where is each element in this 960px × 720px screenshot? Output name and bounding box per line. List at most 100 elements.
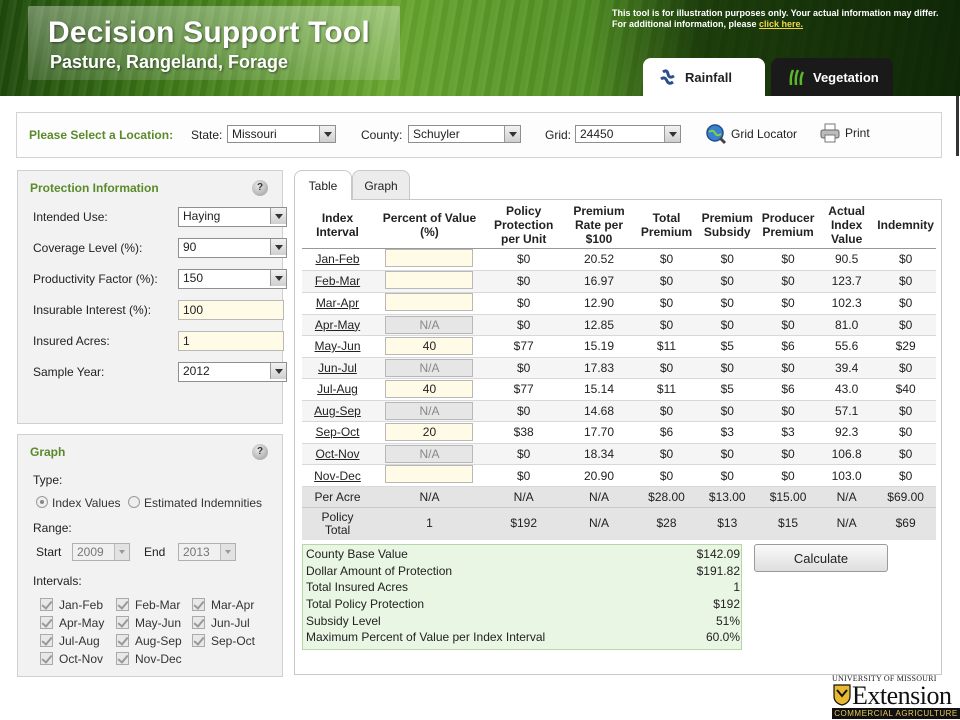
calculate-button[interactable]: Calculate xyxy=(754,544,888,572)
intended-use-select[interactable]: Haying xyxy=(178,207,287,227)
app-header: Decision Support Tool Pasture, Rangeland… xyxy=(0,0,960,96)
table-row: Jan-Feb $0 20.52 $0 $0 $0 90.5 $0 xyxy=(302,248,936,271)
help-icon[interactable]: ? xyxy=(252,180,268,196)
extension-wordmark: Extension xyxy=(852,681,952,710)
interval-link[interactable]: Aug-Sep xyxy=(314,404,361,418)
coverage-level-select[interactable]: 90 xyxy=(178,238,287,258)
edge-divider xyxy=(956,96,959,156)
interval-checkbox-jul-aug[interactable] xyxy=(40,634,53,647)
percent-value-input[interactable] xyxy=(385,465,474,483)
program-name: COMMERCIAL AGRICULTURE xyxy=(832,708,960,719)
table-row: Jul-Aug 40 $77 15.14 $11 $5 $6 43.0 $40 xyxy=(302,378,936,401)
interval-checkbox-apr-may[interactable] xyxy=(40,616,53,629)
state-select[interactable]: Missouri xyxy=(227,125,336,143)
end-label: End xyxy=(144,545,166,559)
col-header-indemnity: Indemnity xyxy=(875,202,936,249)
index-values-label: Index Values xyxy=(52,496,121,510)
chevron-down-icon xyxy=(270,270,286,286)
policy-summary: County Base Value $142.09 Dollar Amount o… xyxy=(302,544,742,650)
grid-select[interactable]: 24450 xyxy=(575,125,681,143)
interval-link[interactable]: Mar-Apr xyxy=(316,296,359,310)
percent-value-input: N/A xyxy=(385,444,474,463)
col-header-subsidy: Premium Subsidy xyxy=(696,202,759,249)
per-acre-row: Per Acre N/A N/A N/A $28.00 $13.00 $15.0… xyxy=(302,486,936,508)
county-select[interactable]: Schuyler xyxy=(408,125,521,143)
col-header-total: Total Premium xyxy=(636,202,697,249)
productivity-factor-label: Productivity Factor (%): xyxy=(33,272,158,286)
interval-link[interactable]: Jun-Jul xyxy=(318,361,357,375)
premium-table: Index Interval Percent of Value (%) Polic… xyxy=(302,202,936,540)
percent-value-input[interactable] xyxy=(385,248,474,267)
print-button[interactable]: Print xyxy=(819,123,870,143)
percent-value-input[interactable]: 40 xyxy=(385,380,474,399)
percent-value-input[interactable]: 40 xyxy=(385,337,474,356)
interval-checkbox-jan-feb[interactable] xyxy=(40,598,53,611)
chevron-down-icon xyxy=(504,126,520,142)
app-title: Decision Support Tool xyxy=(48,16,370,49)
tab-vegetation[interactable]: Vegetation xyxy=(771,58,893,96)
interval-checkbox-aug-sep[interactable] xyxy=(116,634,129,647)
end-year-select[interactable]: 2013 xyxy=(178,543,236,561)
chevron-down-icon xyxy=(220,544,235,560)
interval-link[interactable]: May-Jun xyxy=(314,339,360,353)
graph-panel: Graph ? Type: Index Values Estimated Ind… xyxy=(17,434,283,677)
rainfall-icon xyxy=(660,69,675,85)
chevron-down-icon xyxy=(270,239,286,255)
table-header-row: Index Interval Percent of Value (%) Polic… xyxy=(302,202,936,249)
interval-link[interactable]: Jul-Aug xyxy=(317,382,358,396)
table-row: Sep-Oct 20 $38 17.70 $6 $3 $3 92.3 $0 xyxy=(302,421,936,444)
protection-panel: Protection Information ? Intended Use: H… xyxy=(17,170,287,424)
interval-link[interactable]: Jan-Feb xyxy=(315,252,359,266)
protection-title: Protection Information xyxy=(30,181,159,195)
percent-value-input[interactable] xyxy=(385,270,474,289)
interval-checkbox-feb-mar[interactable] xyxy=(116,598,129,611)
productivity-factor-select[interactable]: 150 xyxy=(178,269,287,289)
sample-year-select[interactable]: 2012 xyxy=(178,362,287,382)
interval-checkbox-mar-apr[interactable] xyxy=(192,598,205,611)
table-row: Apr-May N/A $0 12.85 $0 $0 $0 81.0 $0 xyxy=(302,314,936,336)
interval-link[interactable]: Oct-Nov xyxy=(315,447,359,461)
interval-link[interactable]: Sep-Oct xyxy=(315,425,359,439)
tab-graph[interactable]: Graph xyxy=(352,170,410,200)
percent-value-input: N/A xyxy=(385,358,474,377)
chevron-down-icon xyxy=(319,126,335,142)
index-values-radio[interactable] xyxy=(36,496,48,508)
disclaimer-link[interactable]: click here. xyxy=(759,19,803,29)
insurable-interest-input[interactable]: 100 xyxy=(178,300,284,320)
tab-rainfall[interactable]: Rainfall xyxy=(643,58,765,96)
grid-label: Grid: xyxy=(545,128,572,142)
percent-value-input[interactable] xyxy=(385,292,474,311)
interval-checkbox-oct-nov[interactable] xyxy=(40,652,53,665)
table-row: May-Jun 40 $77 15.19 $11 $5 $6 55.6 $29 xyxy=(302,335,936,358)
summary-row: Subsidy Level 51% xyxy=(306,614,740,628)
grid-locator-button[interactable]: Grid Locator xyxy=(705,123,797,145)
policy-total-row: Policy Total 1 $192 N/A $28 $13 $15 N/A $… xyxy=(302,507,936,540)
interval-checkbox-sep-oct[interactable] xyxy=(192,634,205,647)
vegetation-icon xyxy=(789,69,805,86)
interval-link[interactable]: Nov-Dec xyxy=(314,469,361,483)
estimated-indemnities-radio[interactable] xyxy=(128,496,140,508)
interval-checkbox-may-jun[interactable] xyxy=(116,616,129,629)
start-year-select[interactable]: 2009 xyxy=(72,543,130,561)
interval-link[interactable]: Apr-May xyxy=(315,318,360,332)
summary-row: Dollar Amount of Protection $191.82 xyxy=(306,564,740,578)
start-label: Start xyxy=(36,545,62,559)
chevron-down-icon xyxy=(270,363,286,379)
chevron-down-icon xyxy=(270,208,286,224)
percent-value-input[interactable]: 20 xyxy=(385,423,474,442)
interval-link[interactable]: Feb-Mar xyxy=(315,274,360,288)
tab-table[interactable]: Table xyxy=(294,170,352,200)
mizzou-shield-icon xyxy=(833,684,851,706)
col-header-actual: Actual Index Value xyxy=(817,202,876,249)
range-label: Range: xyxy=(33,521,72,535)
intended-use-label: Intended Use: xyxy=(33,210,108,224)
help-icon[interactable]: ? xyxy=(252,444,268,460)
col-header-percent: Percent of Value (%) xyxy=(372,202,486,249)
interval-checkbox-nov-dec[interactable] xyxy=(116,652,129,665)
insured-acres-input[interactable]: 1 xyxy=(178,331,284,351)
interval-checkbox-jun-jul[interactable] xyxy=(192,616,205,629)
intervals-label: Intervals: xyxy=(33,574,82,588)
insured-acres-label: Insured Acres: xyxy=(33,334,110,348)
coverage-level-label: Coverage Level (%): xyxy=(33,241,143,255)
sample-year-label: Sample Year: xyxy=(33,365,105,379)
